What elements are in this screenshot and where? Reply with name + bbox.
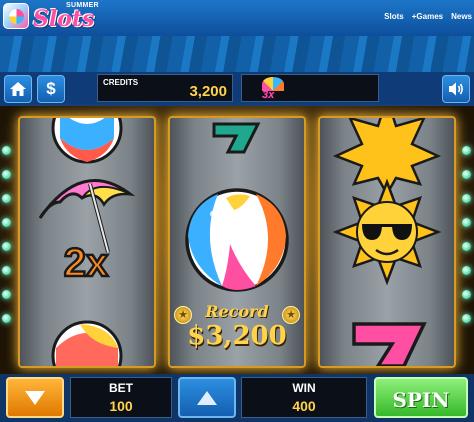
- right-lights: [460, 106, 474, 374]
- nav-slots-link[interactable]: Slots: [384, 12, 404, 21]
- game-root: SUMMER Slots Slots +Games News $ CREDITS…: [0, 0, 474, 422]
- home-button[interactable]: [4, 75, 32, 103]
- spin-label: SPIN: [392, 388, 450, 412]
- decrease-bet-button[interactable]: [6, 377, 64, 418]
- win-value: 400: [292, 398, 316, 414]
- left-lights: [0, 106, 14, 374]
- light-bulb-icon: [2, 314, 11, 323]
- reel-3: [318, 116, 456, 368]
- light-bulb-icon: [2, 242, 11, 251]
- bet-label: BET: [109, 381, 133, 395]
- light-bulb-icon: [462, 314, 471, 323]
- multiplier-display: 3x: [241, 74, 379, 102]
- seven-icon: [212, 122, 261, 154]
- light-bulb-icon: [2, 146, 11, 155]
- beach-ball-icon: [51, 118, 123, 164]
- light-bulb-icon: [462, 218, 471, 227]
- light-bulb-icon: [462, 266, 471, 275]
- light-bulb-icon: [462, 242, 471, 251]
- top-nav: Slots +Games News: [384, 12, 472, 21]
- multiplier-badge: 3x: [262, 89, 275, 101]
- light-bulb-icon: [2, 170, 11, 179]
- pool-water-background: [0, 36, 474, 72]
- win-label: WIN: [292, 381, 316, 395]
- win-display: WIN 400: [241, 377, 367, 418]
- record-value: $3,200: [187, 321, 287, 351]
- top-bar: SUMMER Slots Slots +Games News: [0, 0, 474, 36]
- spin-button[interactable]: SPIN: [374, 377, 468, 418]
- light-bulb-icon: [462, 170, 471, 179]
- arrow-down-icon: [25, 391, 45, 405]
- umbrella-multiplier-text: 2x: [64, 241, 109, 285]
- light-bulb-icon: [462, 194, 471, 203]
- dollar-icon: $: [46, 79, 56, 98]
- record-label: Record: [205, 302, 269, 321]
- bet-display: BET 100: [70, 377, 172, 418]
- app-logo-icon[interactable]: [3, 3, 29, 29]
- header-row: $ CREDITS 3,200 3x: [0, 72, 474, 106]
- brand-logo-text[interactable]: Slots: [33, 6, 94, 32]
- light-bulb-icon: [2, 218, 11, 227]
- buy-credits-button[interactable]: $: [37, 75, 65, 103]
- nav-news-link[interactable]: News: [451, 12, 472, 21]
- speaker-icon: [449, 82, 463, 96]
- home-icon: [10, 82, 26, 96]
- credits-display: CREDITS 3,200: [97, 74, 233, 102]
- slot-machine: 2x ★ ★ Record $3,200: [0, 106, 474, 374]
- light-bulb-icon: [462, 290, 471, 299]
- light-bulb-icon: [2, 194, 11, 203]
- credits-label: CREDITS: [103, 78, 139, 87]
- light-bulb-icon: [2, 290, 11, 299]
- increase-bet-button[interactable]: [178, 377, 236, 418]
- beach-ball-icon: [185, 188, 289, 292]
- beach-ball-icon: [51, 320, 123, 366]
- reel-1: 2x: [18, 116, 156, 368]
- credits-value: 3,200: [189, 83, 227, 100]
- sun-with-sunglasses-icon: [332, 178, 442, 286]
- seven-icon: [352, 322, 427, 366]
- bet-value: 100: [109, 398, 133, 414]
- control-bar: BET 100 WIN 400 SPIN: [0, 374, 474, 422]
- light-bulb-icon: [462, 146, 471, 155]
- record-panel: Record $3,200: [168, 302, 306, 351]
- light-bulb-icon: [2, 266, 11, 275]
- nav-more-games-link[interactable]: +Games: [412, 12, 443, 21]
- sound-button[interactable]: [442, 75, 470, 103]
- arrow-up-icon: [197, 391, 217, 405]
